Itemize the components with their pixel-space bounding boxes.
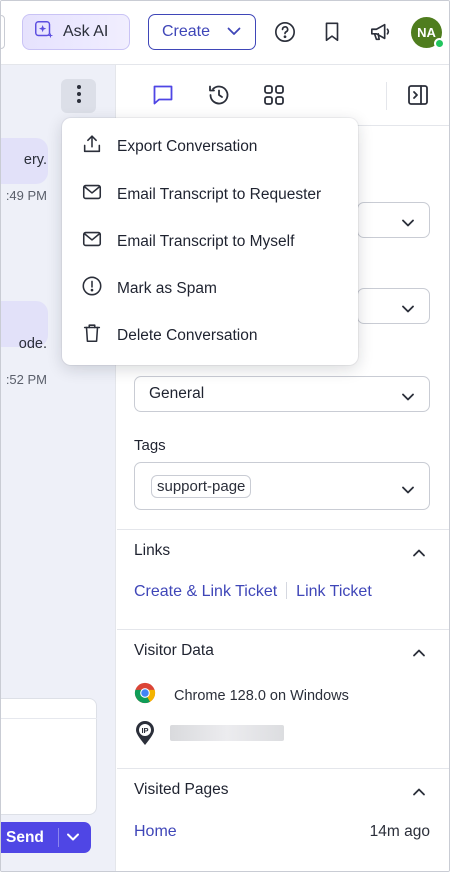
menu-item-label: Delete Conversation bbox=[117, 326, 258, 344]
help-icon[interactable] bbox=[271, 18, 299, 46]
send-button[interactable]: Send bbox=[1, 822, 91, 853]
chevron-down-icon bbox=[402, 388, 414, 406]
composer-divider bbox=[1, 718, 97, 719]
visited-page-time: 14m ago bbox=[369, 823, 430, 840]
link-divider bbox=[286, 582, 288, 599]
search-field-edge[interactable] bbox=[1, 15, 5, 49]
ask-ai-label: Ask AI bbox=[63, 23, 109, 40]
menu-item-delete-conversation[interactable]: Delete Conversation bbox=[62, 312, 358, 359]
chevron-down-icon bbox=[402, 300, 414, 318]
menu-item-label: Email Transcript to Myself bbox=[117, 232, 295, 250]
menu-item-mark-as-spam[interactable]: Mark as Spam bbox=[62, 265, 358, 312]
menu-item-label: Mark as Spam bbox=[117, 279, 217, 297]
send-divider bbox=[58, 828, 59, 847]
message-composer[interactable] bbox=[1, 698, 97, 815]
section-divider bbox=[117, 529, 449, 530]
more-options-button[interactable] bbox=[61, 79, 96, 113]
message-text: ery. bbox=[23, 152, 47, 168]
app-window: Ask AI Create NA ery.:49 PM ode.:52 PM… bbox=[0, 0, 450, 872]
tag-chip[interactable]: support-page bbox=[151, 474, 252, 498]
avatar-initials: NA bbox=[417, 25, 436, 40]
alert-circle-icon bbox=[81, 275, 103, 302]
links-row: Create & Link Ticket Link Ticket bbox=[134, 582, 372, 601]
tags-select[interactable]: support-page bbox=[134, 462, 430, 510]
conversation-options-menu: Export Conversation Email Transcript to … bbox=[62, 118, 358, 365]
browser-text: Chrome 128.0 on Windows bbox=[174, 687, 349, 704]
sparkle-icon bbox=[33, 19, 55, 46]
create-label: Create bbox=[162, 23, 211, 40]
send-label: Send bbox=[6, 828, 44, 846]
category-select[interactable]: General bbox=[134, 376, 430, 412]
message-time: :49 PM bbox=[5, 188, 47, 203]
chevron-down-icon bbox=[402, 481, 414, 499]
collapse-panel-icon[interactable] bbox=[405, 82, 431, 108]
svg-text:IP: IP bbox=[141, 726, 148, 735]
menu-item-email-transcript-requester[interactable]: Email Transcript to Requester bbox=[62, 171, 358, 218]
create-button[interactable]: Create bbox=[148, 14, 256, 50]
section-divider bbox=[117, 629, 449, 630]
ip-address-redacted bbox=[170, 725, 284, 741]
mail-icon bbox=[81, 181, 103, 208]
chevron-down-icon bbox=[227, 23, 241, 41]
ask-ai-button[interactable]: Ask AI bbox=[22, 14, 130, 50]
chevron-down-icon[interactable] bbox=[66, 829, 80, 850]
mail-icon bbox=[81, 228, 103, 255]
trash-icon bbox=[81, 322, 103, 349]
tab-divider bbox=[386, 82, 387, 110]
sidebar-tabs bbox=[117, 65, 449, 126]
browser-row: Chrome 128.0 on Windows bbox=[134, 682, 349, 709]
visitor-data-section-title[interactable]: Visitor Data bbox=[134, 642, 214, 660]
message-time: :52 PM bbox=[5, 372, 47, 387]
category-value: General bbox=[149, 385, 205, 402]
menu-item-email-transcript-myself[interactable]: Email Transcript to Myself bbox=[62, 218, 358, 265]
chrome-icon bbox=[134, 682, 156, 709]
section-divider bbox=[117, 768, 449, 769]
apps-grid-icon[interactable] bbox=[261, 82, 287, 108]
kebab-menu-icon bbox=[76, 84, 82, 109]
field-select-1[interactable] bbox=[357, 202, 430, 238]
menu-item-label: Email Transcript to Requester bbox=[117, 185, 322, 203]
export-icon bbox=[81, 133, 103, 160]
tags-label: Tags bbox=[134, 437, 166, 454]
ip-row: IP bbox=[134, 720, 156, 751]
online-status-dot bbox=[434, 38, 445, 49]
chat-icon[interactable] bbox=[150, 82, 176, 108]
history-icon[interactable] bbox=[206, 82, 232, 108]
create-link-ticket-link[interactable]: Create & Link Ticket bbox=[134, 583, 277, 600]
menu-item-export-conversation[interactable]: Export Conversation bbox=[62, 123, 358, 170]
bookmark-icon[interactable] bbox=[318, 18, 346, 46]
links-section-title[interactable]: Links bbox=[134, 542, 170, 560]
field-select-2[interactable] bbox=[357, 288, 430, 324]
message-text: ode. bbox=[18, 336, 47, 352]
top-bar: Ask AI Create NA bbox=[1, 1, 449, 65]
megaphone-icon[interactable] bbox=[367, 18, 395, 46]
visited-page-link[interactable]: Home bbox=[134, 823, 177, 841]
ip-location-icon: IP bbox=[134, 720, 156, 751]
visited-pages-section-title[interactable]: Visited Pages bbox=[134, 781, 229, 799]
chevron-up-icon[interactable] bbox=[412, 785, 426, 799]
chevron-down-icon bbox=[402, 214, 414, 232]
chevron-up-icon[interactable] bbox=[412, 646, 426, 660]
menu-item-label: Export Conversation bbox=[117, 137, 258, 155]
link-ticket-link[interactable]: Link Ticket bbox=[296, 583, 372, 600]
chevron-up-icon[interactable] bbox=[412, 546, 426, 560]
